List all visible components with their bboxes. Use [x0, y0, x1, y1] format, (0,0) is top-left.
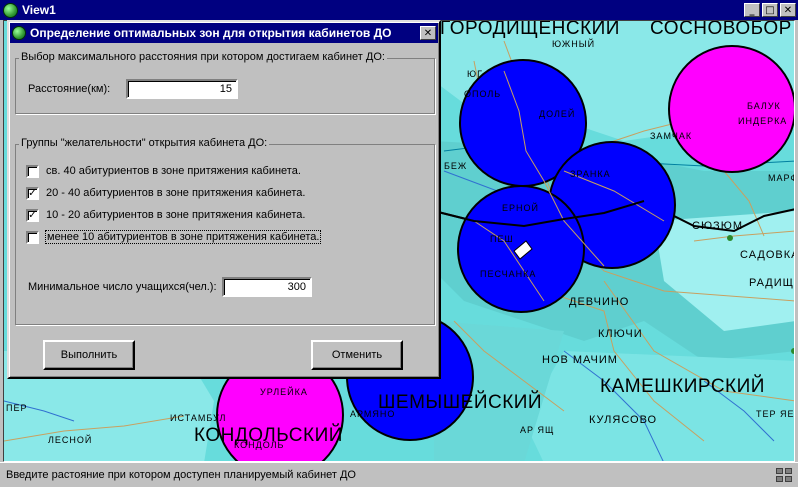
map-label: НОВ МАЧИМ [542, 354, 618, 366]
close-button[interactable]: ✕ [780, 3, 796, 17]
map-label: УРЛЕЙКА [260, 387, 308, 397]
map-label: ПЕШ [490, 234, 514, 244]
map-label: КОНДОЛЬ [234, 440, 285, 450]
option-over-40-label: св. 40 абитуриентов в зоне притяжения ка… [46, 165, 301, 177]
town-marker [727, 235, 733, 241]
map-label: ЕРНОЙ [502, 203, 539, 213]
option-over-40[interactable]: св. 40 абитуриентов в зоне притяжения ка… [26, 163, 301, 179]
globe-icon [12, 26, 26, 40]
app-title: View1 [22, 3, 56, 17]
distance-group-legend: Выбор максимального расстояния при котор… [19, 51, 387, 63]
map-label: БАЛУК [747, 101, 781, 111]
map-label: ЮГ [467, 69, 483, 79]
min-students-input[interactable] [222, 277, 312, 297]
option-20-40-checkbox[interactable]: ✓ [26, 186, 39, 200]
option-20-40[interactable]: ✓ 20 - 40 абитуриентов в зоне притяжения… [26, 185, 305, 201]
map-label: АРМЯНО [350, 409, 396, 419]
map-label: ЮЖНЫЙ [552, 39, 596, 49]
dialog-close-button[interactable]: ✕ [420, 26, 436, 40]
map-label: ЛЕСНОЙ [48, 435, 93, 445]
map-label: ЗРАНКА [570, 169, 611, 179]
dialog-title: Определение оптимальных зон для открытия… [30, 26, 392, 40]
map-label: ГОРОДИЩЕНСКИЙ [440, 20, 620, 39]
map-label: САДОВКА [740, 249, 795, 261]
map-label: СОСНОВОБОР [650, 20, 792, 39]
map-region-south [524, 351, 794, 461]
map-label: КУЛЯСОВО [589, 414, 658, 426]
globe-icon [3, 2, 18, 18]
option-under-10[interactable]: менее 10 абитуриентов в зоне притяжения … [26, 229, 322, 245]
execute-button[interactable]: Выполнить [43, 340, 135, 370]
window-controls: _ □ ✕ [744, 3, 798, 17]
option-20-40-label: 20 - 40 абитуриентов в зоне притяжения к… [46, 187, 306, 199]
status-text: Введите растояние при котором доступен п… [6, 469, 356, 481]
app-titlebar: View1 _ □ ✕ [0, 0, 798, 20]
map-label: МАРФ [768, 173, 794, 183]
desirability-group: Группы "желательности" открытия кабинета… [15, 137, 435, 325]
map-label: СЮЗЮМ [692, 220, 743, 232]
map-label: АР ЯЩ [520, 425, 555, 435]
min-students-label: Минимальное число учащихся(чел.): [28, 281, 217, 293]
map-label: КАМЕШКИРСКИЙ [600, 376, 765, 397]
zones-dialog: Определение оптимальных зон для открытия… [7, 20, 441, 379]
map-label: РАДИЩЕ [749, 277, 794, 289]
option-under-10-checkbox[interactable] [26, 230, 39, 244]
option-10-20-label: 10 - 20 абитуриентов в зоне притяжения к… [46, 209, 306, 221]
map-label: ПЕР [6, 403, 28, 413]
status-bar: Введите растояние при котором доступен п… [0, 462, 798, 487]
desirability-group-legend: Группы "желательности" открытия кабинета… [19, 137, 270, 149]
map-label: ДЕВЧИНО [569, 296, 630, 308]
cancel-button[interactable]: Отменить [311, 340, 403, 370]
minimize-button[interactable]: _ [744, 3, 760, 17]
distance-input[interactable] [126, 79, 238, 99]
map-label: ИСТАМБУЛ [170, 413, 227, 423]
map-label: ЗАМЧАК [650, 131, 693, 141]
map-label: ОПОЛЬ [464, 89, 502, 99]
map-label: ПЕСЧАНКА [480, 269, 537, 279]
distance-label: Расстояние(км): [28, 83, 111, 95]
dialog-titlebar[interactable]: Определение оптимальных зон для открытия… [10, 23, 438, 43]
option-over-40-checkbox[interactable] [26, 164, 39, 178]
map-label: БЕЖ [444, 161, 468, 171]
map-label: КЛЮЧИ [598, 328, 643, 340]
grid-icon[interactable] [776, 468, 792, 482]
distance-group: Выбор максимального расстояния при котор… [15, 51, 435, 114]
map-label: ДОЛЕЙ [539, 109, 576, 119]
map-label: ИНДЕРКА [738, 116, 788, 126]
option-10-20[interactable]: ✓ 10 - 20 абитуриентов в зоне притяжения… [26, 207, 305, 223]
map-label: ТЕР ЯЕ [756, 409, 795, 419]
maximize-button[interactable]: □ [762, 3, 778, 17]
option-under-10-label: менее 10 абитуриентов в зоне притяжения … [44, 230, 322, 244]
option-10-20-checkbox[interactable]: ✓ [26, 208, 39, 222]
map-label: ШЕМЫШЕЙСКИЙ [378, 392, 543, 413]
